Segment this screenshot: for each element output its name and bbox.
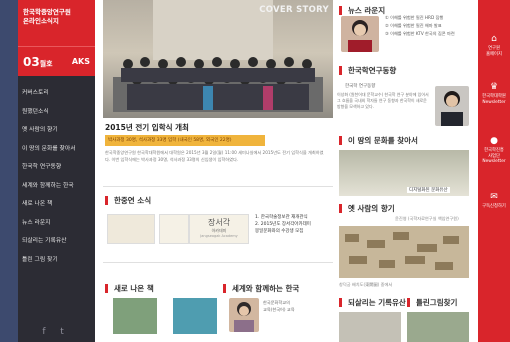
home-link[interactable]: ⌂ 연구원 홈페이지: [478, 34, 510, 57]
sidebar-item-news[interactable]: 원했던소식: [18, 103, 95, 122]
cover-photo[interactable]: COVER STORY: [103, 0, 333, 118]
culture-bar: 디지털화된 문화유산: [407, 187, 450, 193]
twitter-icon[interactable]: t: [56, 326, 68, 338]
sidebar-item-research[interactable]: 한국학 연구동향: [18, 158, 95, 177]
grad-icon: ♛: [489, 82, 499, 92]
diff-image[interactable]: [407, 312, 469, 342]
ancient-caption: 창덕궁 배치도(東闕圖) 중에서: [339, 282, 393, 287]
records-image[interactable]: [339, 312, 401, 342]
academy-title: 장서각: [207, 218, 231, 227]
grad-newsletter-link[interactable]: ♛ 한국학대학원 Newsletter: [478, 82, 510, 105]
social-links: f t: [38, 326, 68, 338]
section-new-books-heading[interactable]: 새로 나온 책: [105, 284, 154, 293]
crowd-image: [113, 57, 323, 112]
list-item[interactable]: ③ 이해를 위험한 KTV 한국의 집콘 마련: [385, 30, 455, 38]
sidebar: 한국학중앙연구원 온라인소식지 03월호 AKS 커버스토리 원했던소식 옛 사…: [18, 0, 95, 342]
world-photo[interactable]: [229, 298, 259, 332]
brand-line-2: 온라인소식지: [23, 17, 59, 25]
facebook-icon[interactable]: f: [38, 326, 50, 338]
academy-banner[interactable]: 장서각 아카데미 Jangseogak Academy: [189, 214, 249, 244]
person-photo-icon: [234, 302, 254, 332]
issue-number: 03월호: [23, 54, 53, 69]
chat-icon: ●: [490, 136, 498, 146]
sidebar-item-records[interactable]: 되살리는 기록유산: [18, 232, 95, 251]
news-lounge-box: ① 이해를 위험한 필진 HRD 집행 ② 이해를 위험한 필진 해마 발표 ③…: [339, 14, 469, 54]
research-sub: 한국학 연구동향: [345, 84, 376, 89]
sidebar-item-world[interactable]: 세계와 함께하는 한국: [18, 177, 95, 196]
map-illustration: [345, 232, 459, 270]
promotion-newsletter-link[interactable]: ● 한국학진흥 사업단 Newsletter: [478, 136, 510, 165]
sidebar-item-diff[interactable]: 틀린 그림 찾기: [18, 251, 95, 270]
news-photo[interactable]: [341, 16, 379, 52]
ancient-heading[interactable]: 옛 사람의 향기: [339, 204, 395, 213]
quick-links-bar: ⌂ 연구원 홈페이지 ♛ 한국학대학원 Newsletter ● 한국학진흥 사…: [478, 0, 510, 342]
mail-icon: ✉: [490, 192, 498, 202]
hjy-thumb-2[interactable]: [159, 214, 189, 244]
section-world-heading[interactable]: 세계와 함께하는 한국: [223, 284, 299, 293]
sidebar-nav: 커버스토리 원했던소식 옛 사람의 향기 이 땅의 문화를 찾아서 한국학 연구…: [18, 76, 95, 269]
cover-title[interactable]: 2015년 전기 입학식 개최: [105, 122, 189, 133]
subscribe-link[interactable]: ✉ 구독신청하기: [478, 192, 510, 210]
ancient-sub: 윤진영 (국학자료연구실 책임연구원): [395, 216, 459, 221]
home-icon: ⌂: [491, 34, 497, 44]
academy-en: Jangseogak Academy: [200, 234, 238, 238]
research-photo[interactable]: [435, 86, 469, 126]
cover-tag: 박사과정 30명, 석사과정 33명 입학 (내국인 58명, 외국인 22명): [105, 135, 265, 146]
sidebar-item-cover-story[interactable]: 커버스토리: [18, 84, 95, 103]
diff-heading[interactable]: 틀린그림찾기: [407, 298, 457, 307]
sidebar-item-new-books[interactable]: 새로 나온 책: [18, 195, 95, 214]
list-item[interactable]: ① 이해를 위험한 필진 HRD 집행: [385, 14, 455, 22]
person-photo-icon: [441, 91, 463, 126]
list-item[interactable]: 1. 한국학술정보관 재개관식: [255, 214, 359, 221]
research-heading[interactable]: 한국학연구동향: [339, 66, 396, 75]
divider: [103, 262, 333, 263]
sidebar-item-culture[interactable]: 이 땅의 문화를 찾아서: [18, 140, 95, 159]
culture-image[interactable]: 디지털화된 문화유산: [339, 150, 469, 196]
brand-logo[interactable]: 한국학중앙연구원 온라인소식지: [18, 0, 95, 46]
cover-body: 한국학중앙연구원 한국학대학원에서 대학원은 2015년 3월 2일(월) 11…: [105, 150, 324, 162]
list-item[interactable]: ② 이해를 위험한 필진 해마 발표: [385, 22, 455, 30]
section-hjy-heading[interactable]: 한중연 소식: [105, 196, 151, 205]
news-lounge-list: ① 이해를 위험한 필진 HRD 집행 ② 이해를 위험한 필진 해마 발표 ③…: [385, 14, 455, 38]
aks-label: AKS: [71, 57, 90, 66]
cover-story-label: COVER STORY: [259, 5, 329, 15]
sidebar-item-ancient[interactable]: 옛 사람의 향기: [18, 121, 95, 140]
hjy-thumb-1[interactable]: [107, 214, 155, 244]
world-text: 한국문화학교의 교육(한국어) 교육: [263, 300, 295, 312]
research-body: 이성화 (원천어대 문학교수) 한국학 연구 분야에 있어서 그 흐름을 국내외…: [337, 92, 429, 109]
divider: [103, 186, 333, 187]
sidebar-item-news-lounge[interactable]: 뉴스 라운지: [18, 214, 95, 233]
brand-line-1: 한국학중앙연구원: [23, 8, 71, 16]
main-content: COVER STORY 2015년 전기 입학식 개최 박사과정 30명, 석사…: [95, 0, 478, 342]
book-cover-2[interactable]: [173, 298, 217, 334]
culture-heading[interactable]: 이 땅의 문화를 찾아서: [339, 136, 418, 145]
records-heading[interactable]: 되살리는 기록유산: [339, 298, 406, 307]
book-cover-1[interactable]: [113, 298, 157, 334]
ancient-map-image[interactable]: [339, 226, 469, 278]
issue-badge: 03월호 AKS: [18, 46, 95, 76]
person-photo-icon: [348, 20, 372, 52]
